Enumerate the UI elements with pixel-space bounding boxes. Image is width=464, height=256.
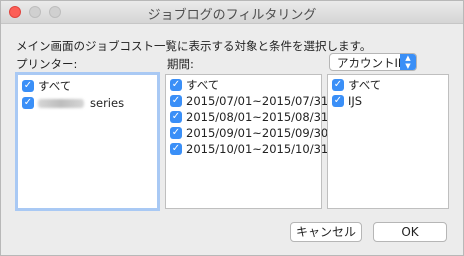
instruction-text: メイン画面のジョブコスト一覧に表示する対象と条件を選択します。 <box>16 39 372 53</box>
period-item-label: 2015/07/01~2015/07/31 <box>186 94 329 108</box>
account-select-value: アカウントID <box>337 56 407 70</box>
period-item-label: すべて <box>186 78 220 92</box>
window-title: ジョブログのフィルタリング <box>147 8 317 23</box>
check-icon[interactable]: ✓ <box>22 97 34 109</box>
period-item[interactable]: ✓ 2015/08/01~2015/08/31 <box>170 109 328 125</box>
check-icon[interactable]: ✓ <box>170 143 182 155</box>
printer-item-all[interactable]: ✓ すべて <box>22 78 71 94</box>
period-item-label: 2015/08/01~2015/08/31 <box>186 110 329 124</box>
printer-label: プリンター: <box>16 57 78 71</box>
check-icon[interactable]: ✓ <box>332 79 344 91</box>
printer-item-label: すべて <box>38 79 72 93</box>
period-item[interactable]: ✓ すべて <box>170 77 219 93</box>
account-list[interactable]: ✓ すべて ✓ IJS <box>327 74 449 209</box>
account-select[interactable]: アカウントID ▲ ▼ <box>329 53 417 71</box>
period-item[interactable]: ✓ 2015/09/01~2015/09/30 <box>170 125 328 141</box>
printer-item-series[interactable]: ✓ series <box>22 95 124 111</box>
title-bar: ジョブログのフィルタリング <box>1 1 463 24</box>
account-item-label: すべて <box>348 78 382 92</box>
period-item-label: 2015/10/01~2015/10/31 <box>186 142 329 156</box>
check-icon[interactable]: ✓ <box>170 127 182 139</box>
printer-list[interactable]: ✓ すべて ✓ series <box>15 72 160 211</box>
check-icon[interactable]: ✓ <box>170 95 182 107</box>
account-item-label: IJS <box>348 94 363 108</box>
account-item[interactable]: ✓ すべて <box>332 77 381 93</box>
period-label: 期間: <box>167 57 194 71</box>
check-icon[interactable]: ✓ <box>332 95 344 107</box>
printer-item-label: series <box>90 96 125 110</box>
dialog-window: ジョブログのフィルタリング メイン画面のジョブコスト一覧に表示する対象と条件を選… <box>0 0 464 256</box>
period-item-label: 2015/09/01~2015/09/30 <box>186 126 329 140</box>
ok-button[interactable]: OK <box>373 222 447 242</box>
redacted-printer-name <box>38 98 84 108</box>
check-icon[interactable]: ✓ <box>170 79 182 91</box>
account-item[interactable]: ✓ IJS <box>332 93 362 109</box>
check-icon[interactable]: ✓ <box>170 111 182 123</box>
cancel-button[interactable]: キャンセル <box>290 222 362 242</box>
period-list[interactable]: ✓ すべて ✓ 2015/07/01~2015/07/31 ✓ 2015/08/… <box>165 74 328 209</box>
check-icon[interactable]: ✓ <box>22 80 34 92</box>
chevron-updown-icon[interactable]: ▲ ▼ <box>400 54 416 70</box>
period-item[interactable]: ✓ 2015/07/01~2015/07/31 <box>170 93 328 109</box>
period-item[interactable]: ✓ 2015/10/01~2015/10/31 <box>170 141 328 157</box>
